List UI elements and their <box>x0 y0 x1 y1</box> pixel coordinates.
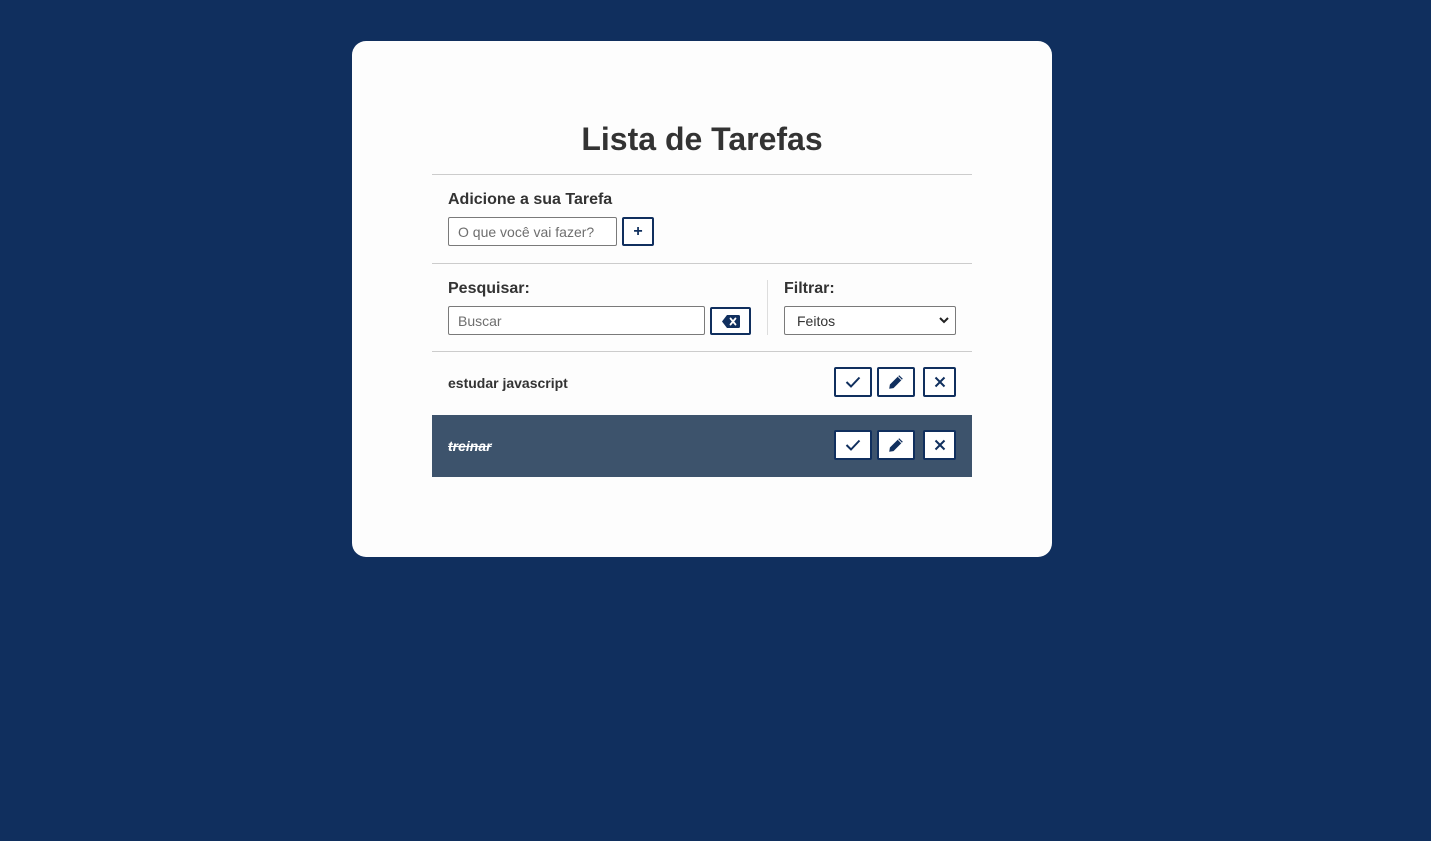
edit-todo-button[interactable] <box>877 430 915 460</box>
pencil-icon <box>888 437 904 453</box>
clear-search-button[interactable] <box>710 307 751 335</box>
close-icon <box>934 439 946 451</box>
todo-card: Lista de Tarefas Adicione a sua Tarefa +… <box>352 41 1052 557</box>
chevron-down-icon <box>939 317 949 324</box>
add-task-input[interactable] <box>448 217 617 246</box>
filter-label: Filtrar: <box>784 280 835 297</box>
check-icon <box>845 376 861 388</box>
pencil-icon <box>888 374 904 390</box>
close-icon <box>934 376 946 388</box>
remove-todo-button[interactable] <box>923 430 956 460</box>
todo-item: estudar javascript <box>432 352 972 414</box>
add-task-button[interactable]: + <box>622 217 654 246</box>
add-task-label: Adicione a sua Tarefa <box>448 191 613 208</box>
plus-label: + <box>633 222 643 240</box>
remove-todo-button[interactable] <box>923 367 956 397</box>
backspace-icon <box>721 314 740 328</box>
finish-todo-button[interactable] <box>834 367 872 397</box>
divider <box>432 263 972 264</box>
search-input[interactable] <box>448 306 705 335</box>
check-icon <box>845 439 861 451</box>
vertical-divider <box>767 280 768 335</box>
search-label: Pesquisar: <box>448 280 530 297</box>
filter-selected-value: Feitos <box>797 312 836 329</box>
todo-title: estudar javascript <box>448 375 568 391</box>
todo-title: treinar <box>448 438 492 454</box>
divider <box>432 174 972 175</box>
page-title: Lista de Tarefas <box>581 121 823 157</box>
todo-item-done: treinar <box>432 415 972 477</box>
finish-todo-button[interactable] <box>834 430 872 460</box>
filter-select[interactable]: Feitos <box>784 306 956 335</box>
edit-todo-button[interactable] <box>877 367 915 397</box>
